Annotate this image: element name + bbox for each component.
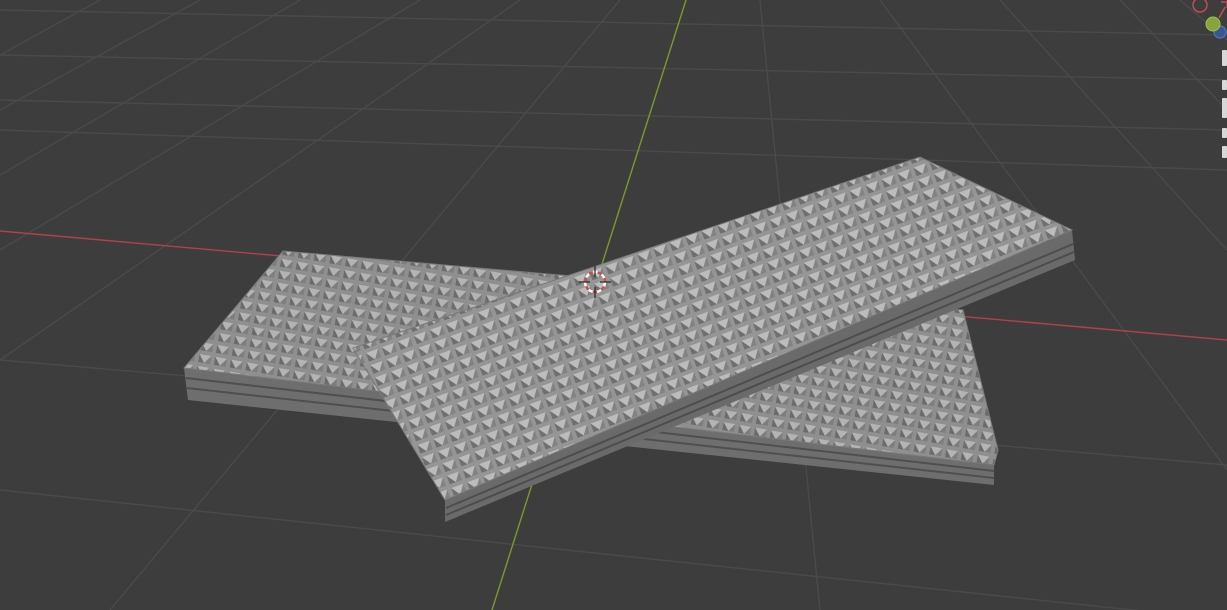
gizmo-y-handle[interactable] xyxy=(1205,16,1221,32)
tool-button[interactable] xyxy=(1222,80,1227,90)
tool-button[interactable] xyxy=(1222,98,1227,118)
navigation-tools-icon[interactable] xyxy=(1221,50,1227,160)
3d-viewport[interactable] xyxy=(0,0,1227,610)
tool-button[interactable] xyxy=(1222,146,1227,158)
axis-gizmo-icon[interactable] xyxy=(1187,0,1227,45)
tool-button[interactable] xyxy=(1222,128,1227,138)
viewport-canvas[interactable] xyxy=(0,0,1227,610)
gizmo-x-handle[interactable] xyxy=(1192,0,1208,13)
tool-button[interactable] xyxy=(1222,50,1227,66)
